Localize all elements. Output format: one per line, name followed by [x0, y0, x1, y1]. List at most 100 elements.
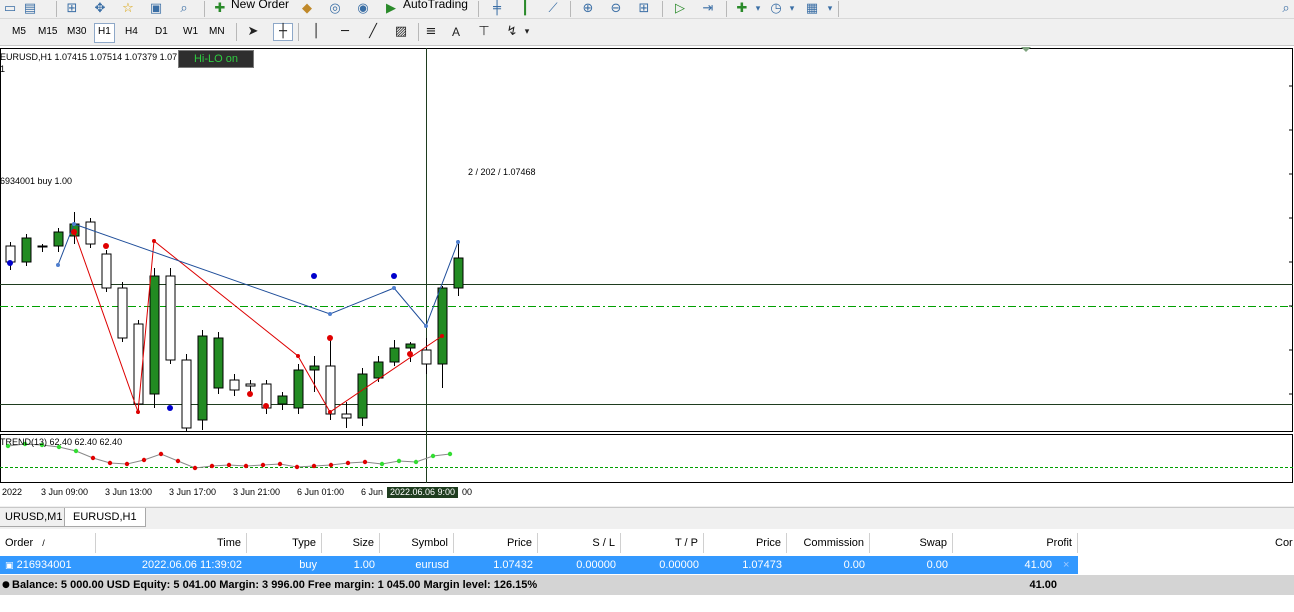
signal-dot-red [327, 335, 333, 341]
time-label: 2022 [2, 487, 23, 497]
zigzag-point [424, 324, 428, 328]
signals-icon[interactable]: ◎ [327, 1, 343, 17]
new-order-icon[interactable]: ✚ [212, 1, 228, 17]
zigzag-point [72, 222, 76, 226]
tab-eurusd-h1[interactable]: EURUSD,H1 [64, 508, 146, 527]
templates-icon[interactable]: ▦ [804, 1, 820, 17]
broadcast-icon[interactable]: ◉ [355, 1, 371, 17]
column-symbol[interactable]: Symbol [380, 533, 454, 553]
indicator-point [243, 463, 249, 469]
timeframe-h1[interactable]: H1 [94, 23, 115, 43]
balance-row: ● Balance: 5 000.00 USD Equity: 5 041.00… [0, 575, 1294, 595]
timeframe-m5[interactable]: M5 [9, 23, 29, 41]
chart-canvas[interactable] [0, 46, 1294, 506]
chart-window[interactable]: EURUSD,H1 1.07415 1.07514 1.07379 1.07 1… [0, 46, 1294, 506]
tab-eurusd-m1[interactable]: URUSD,M1 [0, 508, 72, 527]
indicator-point [396, 458, 402, 464]
equidistant-channel-icon[interactable]: ▨ [392, 23, 410, 41]
candle-body [453, 257, 464, 289]
text-label-icon[interactable]: ⊤ [475, 23, 493, 41]
zoom-in-icon[interactable]: ⊕ [580, 1, 596, 17]
timeframe-h4[interactable]: H4 [122, 23, 141, 41]
chart-shift-icon[interactable]: ▷ [672, 1, 688, 17]
column-profit[interactable]: Profit [953, 533, 1078, 553]
timeframe-w1[interactable]: W1 [180, 23, 201, 41]
crosshair-icon[interactable]: ┼ [273, 23, 293, 41]
indicator-point [379, 461, 385, 467]
signal-dot-red [407, 351, 413, 357]
chevron-down-icon[interactable]: ▾ [750, 1, 766, 17]
navigator-icon[interactable]: ▣ [148, 1, 164, 17]
text-tool-icon[interactable]: A [447, 23, 465, 41]
profiles-icon[interactable]: ▤ [22, 1, 38, 17]
line-chart-icon[interactable]: ⟋ [545, 1, 561, 17]
fibonacci-icon[interactable]: ≡ [422, 23, 440, 41]
order-icon: ▣ [5, 561, 14, 571]
tester-icon[interactable]: ⌕ [176, 1, 192, 17]
window-icon[interactable]: ▭ [2, 1, 18, 17]
current-price-cell: 1.07473 [742, 559, 782, 571]
candle-body [53, 231, 64, 247]
indicator-point [158, 451, 164, 457]
candle-body [389, 347, 400, 363]
indicator-point [260, 462, 266, 468]
timeframe-toolbar: M5 M15 M30 H1 H4 D1 W1 MN ➤ ┼ │ ─ ╱ ▨ ≡ … [0, 19, 1294, 46]
periods-clock-icon[interactable]: ◷ [768, 1, 784, 17]
column-time[interactable]: Time [96, 533, 247, 553]
signal-dot-red [263, 403, 269, 409]
column-type[interactable]: Type [247, 533, 322, 553]
hilo-toggle-button[interactable]: Hi-LO on [178, 50, 254, 68]
market-watch-icon[interactable]: ⊞ [64, 1, 80, 17]
chevron-down-icon[interactable]: ▾ [822, 1, 838, 17]
signal-dot-red [103, 243, 109, 249]
column-size[interactable]: Size [322, 533, 380, 553]
favorites-star-icon[interactable]: ☆ [120, 1, 136, 17]
time-label: 3 Jun 13:00 [105, 487, 153, 497]
column-price[interactable]: Price [454, 533, 538, 553]
tile-windows-icon[interactable]: ⊞ [636, 1, 652, 17]
cursor-icon[interactable]: ➤ [244, 23, 262, 41]
table-row[interactable]: ▣ 216934001 2022.06.06 11:39:02 buy 1.00… [0, 556, 1078, 574]
column-take-profit[interactable]: T / P [621, 533, 704, 553]
column-comment[interactable]: Cor [1270, 533, 1294, 553]
zoom-out-icon[interactable]: ⊖ [608, 1, 624, 17]
vertical-line-icon[interactable]: │ [307, 23, 325, 41]
close-order-icon[interactable]: × [1058, 556, 1078, 574]
trendline-icon[interactable]: ╱ [364, 23, 382, 41]
autotrading-button[interactable]: AutoTrading [403, 0, 468, 12]
autoscroll-icon[interactable]: ⇥ [700, 1, 716, 17]
total-profit: 41.00 [1029, 579, 1057, 591]
profit-cell: 41.00 [1024, 559, 1052, 571]
tp-cell: 0.00000 [659, 559, 699, 571]
column-stop-loss[interactable]: S / L [538, 533, 621, 553]
zigzag-point [296, 354, 300, 358]
timeframe-m15[interactable]: M15 [35, 23, 60, 41]
column-current-price[interactable]: Price [704, 533, 787, 553]
terminal-panel: Order / Time Type Size Symbol Price S / … [0, 529, 1294, 612]
candle-body [309, 365, 320, 371]
search-icon[interactable]: ⌕ [1278, 1, 1294, 17]
new-order-button[interactable]: New Order [231, 0, 289, 12]
candle-body [245, 383, 256, 387]
bar-chart-icon[interactable]: ╪ [489, 1, 505, 17]
chevron-down-icon[interactable]: ▾ [784, 1, 800, 17]
timeframe-d1[interactable]: D1 [152, 23, 171, 41]
column-order[interactable]: Order / [0, 533, 96, 553]
candle-body [149, 275, 160, 395]
metaeditor-icon[interactable]: ◆ [299, 1, 315, 17]
indicator-point [311, 463, 317, 469]
sl-cell: 0.00000 [576, 559, 616, 571]
candle-body [165, 275, 176, 361]
timeframe-mn[interactable]: MN [206, 23, 228, 41]
autotrading-icon[interactable]: ▶ [383, 1, 399, 17]
column-swap[interactable]: Swap [870, 533, 953, 553]
candlestick-chart-icon[interactable]: ┃ [517, 1, 533, 17]
horizontal-line-icon[interactable]: ─ [336, 23, 354, 41]
main-toolbar: ▭ ▤ ⊞ ✥ ☆ ▣ ⌕ ✚ New Order ◆ ◎ ◉ ▶ AutoTr… [0, 0, 1294, 19]
timeframe-m30[interactable]: M30 [64, 23, 89, 41]
column-commission[interactable]: Commission [787, 533, 870, 553]
type-cell: buy [299, 559, 317, 571]
chevron-down-icon[interactable]: ▾ [518, 23, 536, 41]
indicators-icon[interactable]: ✚ [734, 1, 750, 17]
crosshair-target-icon[interactable]: ✥ [92, 1, 108, 17]
